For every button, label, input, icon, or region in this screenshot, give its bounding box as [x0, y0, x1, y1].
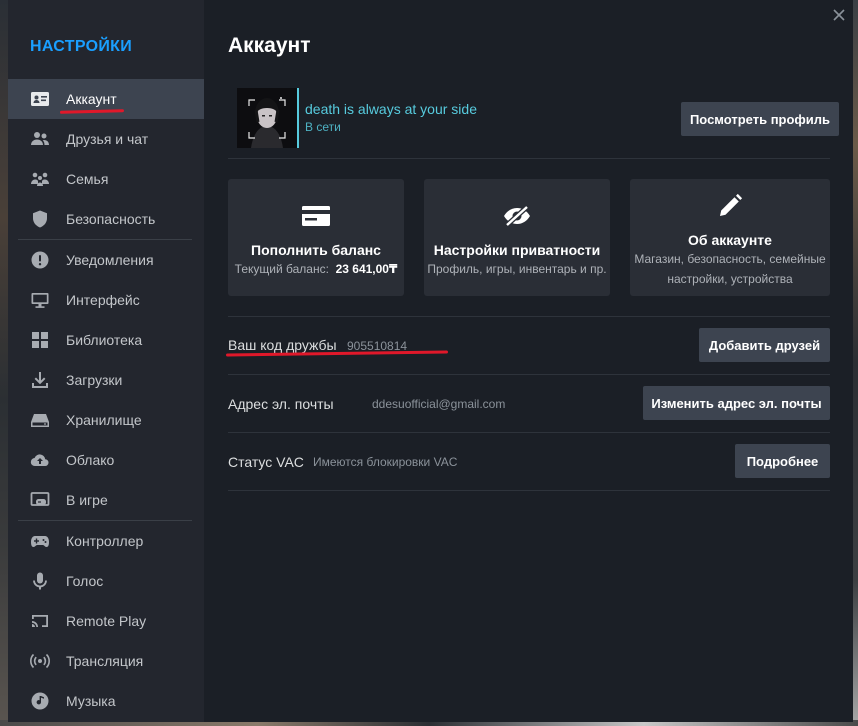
page-title: Аккаунт: [228, 34, 311, 57]
sidebar-item-controller[interactable]: Контроллер: [8, 521, 204, 561]
sidebar-item-family[interactable]: Семья: [8, 159, 204, 199]
balance-value: 23 641,00₸: [335, 262, 398, 276]
sidebar-item-cloud[interactable]: Облако: [8, 440, 204, 480]
pencil-icon: [717, 193, 743, 224]
sidebar-item-label: Хранилище: [66, 412, 142, 428]
monitor-icon: [30, 290, 50, 310]
sidebar-item-notifications[interactable]: Уведомления: [8, 240, 204, 280]
music-icon: [30, 691, 50, 711]
friends-icon: [30, 129, 50, 149]
alert-icon: [30, 250, 50, 270]
sidebar-item-broadcast[interactable]: Трансляция: [8, 641, 204, 681]
card-title: Настройки приватности: [433, 242, 601, 258]
sidebar-item-friends-chat[interactable]: Друзья и чат: [8, 119, 204, 159]
sidebar-item-voice[interactable]: Голос: [8, 561, 204, 601]
cloud-sync-icon: [30, 450, 50, 470]
card-title: Об аккаунте: [688, 232, 772, 248]
add-friends-button[interactable]: Добавить друзей: [699, 328, 830, 362]
persona-name: death is always at your side: [305, 101, 477, 117]
vac-status-value: Имеются блокировки VAC: [313, 455, 458, 469]
broadcast-icon: [30, 651, 50, 671]
close-icon[interactable]: [830, 6, 848, 24]
account-panel: Аккаунт death is always at your side В с…: [204, 0, 853, 722]
sidebar-item-label: Музыка: [66, 693, 116, 709]
email-value: ddesuofficial@gmail.com: [372, 397, 506, 411]
sidebar-item-label: Безопасность: [66, 211, 156, 227]
account-details-card[interactable]: Об аккаунте Магазин, безопасность, семей…: [630, 179, 830, 296]
microphone-icon: [30, 571, 50, 591]
vac-details-button[interactable]: Подробнее: [735, 444, 830, 478]
sidebar-item-in-game[interactable]: В игре: [8, 480, 204, 520]
gamepad-icon: [30, 531, 50, 551]
sidebar-item-storage[interactable]: Хранилище: [8, 400, 204, 440]
sidebar-item-interface[interactable]: Интерфейс: [8, 280, 204, 320]
email-label: Адрес эл. почты: [228, 396, 334, 412]
sidebar-item-music[interactable]: Музыка: [8, 681, 204, 721]
divider: [228, 374, 830, 375]
card-subtitle: Магазин, безопасность, семейные настройк…: [634, 252, 826, 286]
download-icon: [30, 370, 50, 390]
cast-icon: [30, 611, 50, 631]
settings-window: НАСТРОЙКИ Аккаунт Друзья и чат Семья Без…: [8, 0, 853, 722]
privacy-settings-card[interactable]: Настройки приватности Профиль, игры, инв…: [424, 179, 610, 296]
card-subtitle: Профиль, игры, инвентарь и пр.: [427, 262, 607, 276]
eye-off-icon: [502, 204, 532, 233]
settings-sidebar: НАСТРОЙКИ Аккаунт Друзья и чат Семья Без…: [8, 0, 204, 722]
friend-code-label: Ваш код дружбы: [228, 337, 337, 353]
sidebar-item-label: Облако: [66, 452, 115, 468]
divider: [228, 158, 830, 159]
profile-header: death is always at your side В сети Посм…: [228, 80, 839, 158]
sidebar-item-downloads[interactable]: Загрузки: [8, 360, 204, 400]
sidebar-item-remote-play[interactable]: Remote Play: [8, 601, 204, 641]
sidebar-item-label: Аккаунт: [66, 91, 117, 107]
sidebar-item-label: Remote Play: [66, 613, 147, 629]
wallet-card-icon: [301, 205, 331, 232]
family-icon: [30, 169, 50, 189]
sidebar-item-label: Интерфейс: [66, 292, 140, 308]
grid-icon: [30, 330, 50, 350]
change-email-button[interactable]: Изменить адрес эл. почты: [643, 386, 830, 420]
vac-status-label: Статус VAC: [228, 454, 304, 470]
card-balance-line: Текущий баланс: 23 641,00₸: [228, 259, 404, 279]
sidebar-item-label: Семья: [66, 171, 109, 187]
divider: [228, 432, 830, 433]
sidebar-nav: Аккаунт Друзья и чат Семья Безопасность …: [8, 79, 204, 721]
drive-icon: [30, 410, 50, 430]
card-title: Пополнить баланс: [251, 242, 381, 258]
online-status: В сети: [305, 120, 341, 134]
sidebar-item-label: Трансляция: [66, 653, 144, 669]
sidebar-item-library[interactable]: Библиотека: [8, 320, 204, 360]
divider: [228, 490, 830, 491]
id-card-icon: [30, 89, 50, 109]
sidebar-item-label: Библиотека: [66, 332, 143, 348]
sidebar-title: НАСТРОЙКИ: [30, 38, 133, 55]
divider: [228, 316, 830, 317]
annotation-underline: [59, 109, 125, 114]
sidebar-item-label: В игре: [66, 492, 108, 508]
background-art-left: [0, 0, 8, 726]
sidebar-item-label: Контроллер: [66, 533, 144, 549]
sidebar-item-label: Друзья и чат: [66, 131, 149, 147]
sidebar-item-label: Загрузки: [66, 372, 123, 388]
add-funds-card[interactable]: Пополнить баланс Текущий баланс: 23 641,…: [228, 179, 404, 296]
in-game-icon: [30, 490, 50, 510]
sidebar-item-security[interactable]: Безопасность: [8, 199, 204, 239]
view-profile-button[interactable]: Посмотреть профиль: [681, 102, 839, 136]
sidebar-item-label: Голос: [66, 573, 104, 589]
sidebar-item-account[interactable]: Аккаунт: [8, 79, 204, 119]
shield-icon: [30, 209, 50, 229]
sidebar-item-label: Уведомления: [66, 252, 154, 268]
balance-label: Текущий баланс:: [234, 262, 329, 276]
avatar[interactable]: [237, 88, 299, 148]
